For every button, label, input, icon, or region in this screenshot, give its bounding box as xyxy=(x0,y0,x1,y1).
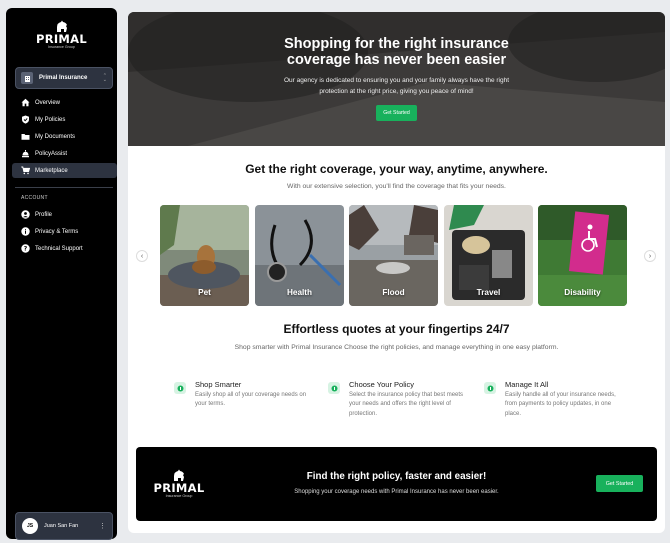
hero-banner: Shopping for the right insurance coverag… xyxy=(128,12,665,146)
help-icon: ? xyxy=(21,244,30,253)
nav-label: Profile xyxy=(35,211,53,218)
hero-get-started-button[interactable]: Get Started xyxy=(376,105,417,121)
feature-badge-icon xyxy=(328,382,340,394)
feature-badge-icon xyxy=(484,382,496,394)
nav-item-overview[interactable]: Overview xyxy=(12,95,117,110)
nav-item-privacy-terms[interactable]: Privacy & Terms xyxy=(12,224,117,239)
nav-label: My Documents xyxy=(35,133,76,140)
nav-label: PolicyAssist xyxy=(35,150,68,157)
feature-text: Easily handle all of your insurance need… xyxy=(505,392,616,417)
hero-title: Shopping for the right insurance coverag… xyxy=(128,36,665,68)
card-label: Health xyxy=(286,288,313,297)
chevron-updown-icon: ⌃ ⌄ xyxy=(102,73,107,83)
quotes-subtitle: Shop smarter with Primal Insurance Choos… xyxy=(234,344,559,351)
nav-label: Overview xyxy=(35,99,61,106)
coverage-card-travel[interactable]: Travel xyxy=(444,205,533,306)
sidebar: PRIMAL Insurance Group Primal Insurance … xyxy=(6,8,117,540)
card-label: Flood xyxy=(382,288,405,297)
feature-title: Shop Smarter xyxy=(195,380,242,389)
brand-logo[interactable]: PRIMAL Insurance Group xyxy=(6,20,117,50)
feature-text: Easily shop all of your coverage needs o… xyxy=(195,392,307,408)
hero-title-line: Shopping for the right insurance xyxy=(284,36,509,52)
organization-name: Primal Insurance xyxy=(39,75,88,81)
nav-label: Technical Support xyxy=(35,245,83,252)
cta-title: Find the right policy, faster and easier… xyxy=(306,471,487,482)
user-name: Juan San Fan xyxy=(44,523,79,529)
user-icon xyxy=(21,210,30,219)
feature-badge-icon xyxy=(174,382,186,394)
main-content: Shopping for the right insurance coverag… xyxy=(128,12,665,533)
nav-label: Marketplace xyxy=(35,167,68,174)
nav-item-technical-support[interactable]: ? Technical Support xyxy=(12,241,117,256)
coverage-title: Get the right coverage, your way, anytim… xyxy=(245,162,548,176)
folder-icon xyxy=(21,132,30,141)
nav-item-my-documents[interactable]: My Documents xyxy=(12,129,117,144)
nav-label: Privacy & Terms xyxy=(35,228,79,235)
organization-selector[interactable]: Primal Insurance ⌃ ⌄ xyxy=(15,67,113,89)
nav-item-my-policies[interactable]: My Policies xyxy=(12,112,117,127)
feature-text: Select the insurance policy that best me… xyxy=(349,392,464,417)
home-icon xyxy=(21,98,30,107)
quotes-title: Effortless quotes at your fingertips 24/… xyxy=(283,322,510,336)
nav-label: My Policies xyxy=(35,116,66,123)
main-nav: Overview My Policies My Documents Policy… xyxy=(12,95,117,180)
carousel-prev-button[interactable]: ‹ xyxy=(136,250,148,262)
more-vertical-icon[interactable]: ⋮ xyxy=(99,523,106,530)
cta-get-started-button[interactable]: Get Started xyxy=(596,475,643,492)
nav-item-policyassist[interactable]: PolicyAssist xyxy=(12,146,117,161)
carousel-next-button[interactable]: › xyxy=(644,250,656,262)
card-label: Disability xyxy=(564,288,601,297)
user-card[interactable]: JS Juan San Fan ⋮ xyxy=(15,512,113,540)
hero-text-line: Our agency is dedicated to ensuring you … xyxy=(283,77,510,84)
hero-text-line: protection at the right price, giving yo… xyxy=(319,88,474,95)
avatar: JS xyxy=(22,518,38,534)
hero-title-line: coverage has never been easier xyxy=(286,52,507,68)
account-heading: ACCOUNT xyxy=(21,195,48,201)
nav-item-marketplace[interactable]: Marketplace xyxy=(12,163,117,178)
info-icon xyxy=(21,227,30,236)
coverage-card-flood[interactable]: Flood xyxy=(349,205,438,306)
cta-banner: PRIMAL Insurance Group Find the right po… xyxy=(136,447,657,521)
feature-title: Manage It All xyxy=(505,380,549,389)
brand-name: PRIMAL xyxy=(35,32,88,46)
cta-subtitle: Shopping your coverage needs with Primal… xyxy=(294,489,499,495)
coverage-card-disability[interactable]: Disability xyxy=(538,205,627,306)
hero-description: Our agency is dedicated to ensuring you … xyxy=(256,75,537,97)
card-label: Pet xyxy=(198,288,211,297)
svg-text:?: ? xyxy=(24,246,28,253)
card-label: Travel xyxy=(476,288,501,297)
shield-icon xyxy=(21,115,30,124)
feature-title: Choose Your Policy xyxy=(349,380,415,389)
brand-subtitle: Insurance Group xyxy=(48,45,75,49)
coverage-card-pet[interactable]: Pet xyxy=(160,205,249,306)
coverage-subtitle: With our extensive selection, you'll fin… xyxy=(287,183,506,190)
account-nav: Profile Privacy & Terms ? Technical Supp… xyxy=(12,207,117,258)
nav-item-profile[interactable]: Profile xyxy=(12,207,117,222)
coverage-card-health[interactable]: Health xyxy=(255,205,344,306)
assist-icon xyxy=(21,149,30,158)
cart-icon xyxy=(21,166,30,175)
building-icon xyxy=(21,72,33,84)
sidebar-divider xyxy=(15,187,113,188)
